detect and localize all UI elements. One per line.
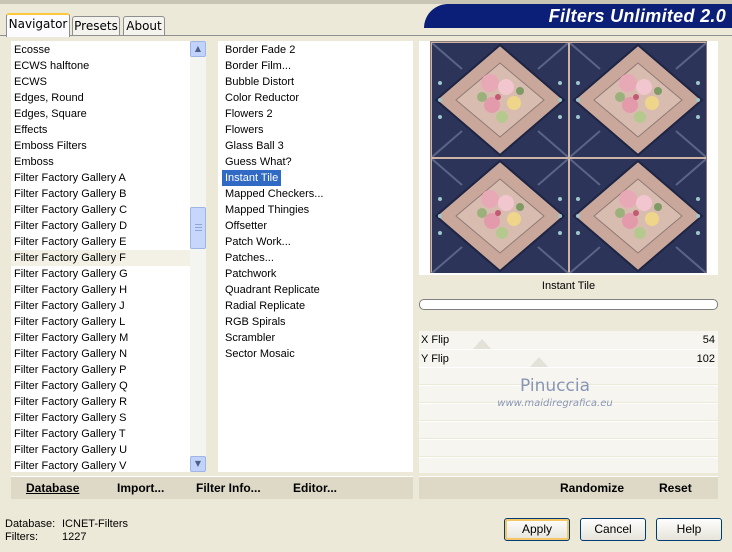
category-item[interactable]: ECWS halftone xyxy=(11,58,190,74)
category-item[interactable]: Filter Factory Gallery Q xyxy=(11,378,190,394)
category-list[interactable]: Ecosse ECWS halftone ECWS Edges, Round Edges… xyxy=(11,41,190,472)
tab-navigator-label: Navigator xyxy=(8,17,68,31)
filter-item[interactable]: Patchwork xyxy=(222,266,276,282)
help-button[interactable]: Help xyxy=(656,518,722,541)
editor-button[interactable]: Editor... xyxy=(293,477,337,499)
filter-item[interactable]: Instant Tile xyxy=(222,170,282,186)
category-item[interactable]: Filter Factory Gallery A xyxy=(11,170,190,186)
import-button[interactable]: Import... xyxy=(117,477,164,499)
progress-bar xyxy=(419,299,718,310)
slider-x-flip[interactable]: X Flip 54 xyxy=(419,331,718,349)
filter-item[interactable]: Flowers xyxy=(222,122,264,138)
category-item[interactable]: Filter Factory Gallery G xyxy=(11,266,190,282)
category-item[interactable]: Filter Factory Gallery D xyxy=(11,218,190,234)
category-scrollbar[interactable]: ▲ ▼ xyxy=(190,41,206,472)
preview-actions-bar: Randomize Reset xyxy=(419,476,718,499)
category-item[interactable]: ECWS xyxy=(11,74,190,90)
status-filters-label: Filters: xyxy=(5,531,38,543)
category-item[interactable]: Filter Factory Gallery H xyxy=(11,282,190,298)
category-item[interactable]: Edges, Round xyxy=(11,90,190,106)
watermark-url: www.maidiregrafica.eu xyxy=(497,398,613,409)
database-button[interactable]: Database xyxy=(26,477,79,499)
filter-item[interactable]: Mapped Checkers... xyxy=(222,186,323,202)
category-item[interactable]: Filter Factory Gallery S xyxy=(11,410,190,426)
category-item[interactable]: Filter Factory Gallery P xyxy=(11,362,190,378)
tab-presets[interactable]: Presets xyxy=(72,16,120,36)
filter-item[interactable]: RGB Spirals xyxy=(222,314,286,330)
preview-tile xyxy=(570,159,706,273)
selected-filter-name: Instant Tile xyxy=(541,280,596,292)
preview-tile xyxy=(432,159,568,273)
status-filters-value: 1227 xyxy=(62,531,87,543)
filter-item[interactable]: Patches... xyxy=(222,250,274,266)
app-title-banner: Filters Unlimited 2.0 xyxy=(424,4,732,28)
randomize-button[interactable]: Randomize xyxy=(560,477,624,499)
filter-item[interactable]: Border Fade 2 xyxy=(222,42,295,58)
filter-item[interactable]: Glass Ball 3 xyxy=(222,138,284,154)
category-item[interactable]: Filter Factory Gallery C xyxy=(11,202,190,218)
filter-item[interactable]: Offsetter xyxy=(222,218,267,234)
tab-about-label: About xyxy=(126,19,162,33)
scroll-down-icon[interactable]: ▼ xyxy=(190,456,206,472)
cancel-button[interactable]: Cancel xyxy=(580,518,646,541)
filter-item[interactable]: Sector Mosaic xyxy=(222,346,295,362)
slider-value: 102 xyxy=(696,353,715,365)
filter-item[interactable]: Flowers 2 xyxy=(222,106,273,122)
category-item[interactable]: Filter Factory Gallery M xyxy=(11,330,190,346)
apply-button[interactable]: Apply xyxy=(504,518,570,541)
slider-label: X Flip xyxy=(421,334,450,346)
list-actions-bar: Database Import... Filter Info... Editor… xyxy=(11,476,413,499)
status-database-label: Database: xyxy=(5,518,56,530)
category-item[interactable]: Filter Factory Gallery F xyxy=(11,250,190,266)
category-item[interactable]: Ecosse xyxy=(11,42,190,58)
category-item[interactable]: Filter Factory Gallery V xyxy=(11,458,190,474)
category-item[interactable]: Filter Factory Gallery N xyxy=(11,346,190,362)
preview-tile xyxy=(570,43,706,157)
tab-navigator[interactable]: Navigator xyxy=(6,13,70,37)
filter-info-button[interactable]: Filter Info... xyxy=(196,477,261,499)
category-item[interactable]: Emboss xyxy=(11,154,190,170)
category-item[interactable]: Filter Factory Gallery U xyxy=(11,442,190,458)
reset-button[interactable]: Reset xyxy=(659,477,692,499)
slider-y-flip[interactable]: Y Flip 102 xyxy=(419,349,718,367)
slider-thumb-icon[interactable] xyxy=(530,357,548,367)
preview-tile xyxy=(432,43,568,157)
category-item[interactable]: Filter Factory Gallery T xyxy=(11,426,190,442)
status-database-value: ICNET-Filters xyxy=(62,518,128,530)
filter-item[interactable]: Quadrant Replicate xyxy=(222,282,320,298)
scroll-up-icon[interactable]: ▲ xyxy=(190,41,206,57)
tab-about[interactable]: About xyxy=(123,16,165,36)
watermark-name: Pinuccia xyxy=(520,376,590,396)
category-item[interactable]: Filter Factory Gallery B xyxy=(11,186,190,202)
filter-item[interactable]: Radial Replicate xyxy=(222,298,305,314)
category-item[interactable]: Filter Factory Gallery L xyxy=(11,314,190,330)
filter-item[interactable]: Color Reductor xyxy=(222,90,299,106)
filter-item[interactable]: Border Film... xyxy=(222,58,291,74)
empty-slider-row xyxy=(419,421,718,438)
empty-slider-row xyxy=(419,439,718,456)
category-item[interactable]: Effects xyxy=(11,122,190,138)
category-item[interactable]: Edges, Square xyxy=(11,106,190,122)
category-item[interactable]: Filter Factory Gallery E xyxy=(11,234,190,250)
tab-divider xyxy=(0,35,732,36)
filter-item[interactable]: Scrambler xyxy=(222,330,275,346)
slider-label: Y Flip xyxy=(421,353,449,365)
filter-list[interactable]: Border Fade 2 Border Film... Bubble Distor… xyxy=(218,41,413,472)
scroll-thumb[interactable] xyxy=(190,207,206,249)
tab-presets-label: Presets xyxy=(74,19,118,33)
slider-thumb-icon[interactable] xyxy=(473,339,491,349)
filter-item[interactable]: Patch Work... xyxy=(222,234,291,250)
empty-slider-row xyxy=(419,457,718,473)
filter-item[interactable]: Guess What? xyxy=(222,154,292,170)
category-item[interactable]: Filter Factory Gallery R xyxy=(11,394,190,410)
filter-item[interactable]: Mapped Thingies xyxy=(222,202,309,218)
preview-image xyxy=(430,41,707,273)
slider-value: 54 xyxy=(702,334,715,346)
filter-item[interactable]: Bubble Distort xyxy=(222,74,294,90)
category-item[interactable]: Filter Factory Gallery J xyxy=(11,298,190,314)
category-item[interactable]: Emboss Filters xyxy=(11,138,190,154)
